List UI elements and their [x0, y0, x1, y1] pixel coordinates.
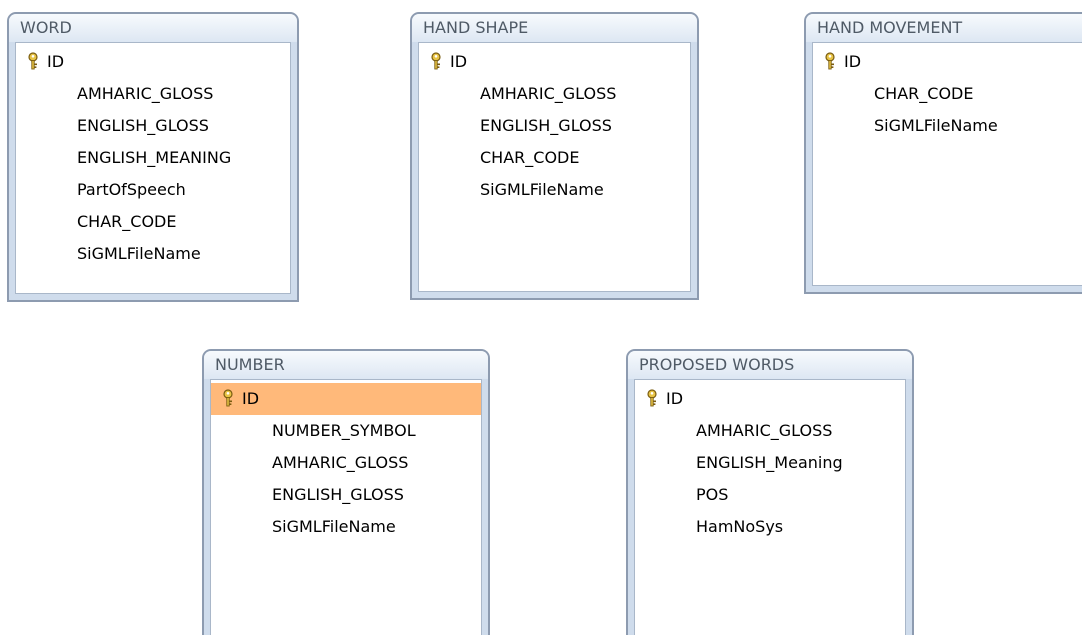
table-hand-movement[interactable]: HAND MOVEMENT ID CHAR_CODE SiGMLFileName: [804, 12, 1082, 294]
field-row[interactable]: AMHARIC_GLOSS: [635, 415, 905, 447]
field-list: ID NUMBER_SYMBOL AMHARIC_GLOSS ENGLISH_G…: [210, 379, 482, 635]
table-hand-shape[interactable]: HAND SHAPE ID AMHARIC_GLOSS ENGLISH_GLOS…: [410, 12, 699, 300]
table-proposed-words[interactable]: PROPOSED WORDS ID AMHARIC_GLOSS ENGLISH_…: [626, 349, 914, 635]
field-row[interactable]: ENGLISH_GLOSS: [419, 110, 690, 142]
field-name: ID: [450, 52, 468, 71]
field-row-id[interactable]: ID: [16, 46, 290, 78]
key-icon: [431, 52, 441, 70]
field-row[interactable]: ENGLISH_MEANING: [16, 142, 290, 174]
field-row[interactable]: CHAR_CODE: [419, 142, 690, 174]
field-row-id[interactable]: ID: [635, 383, 905, 415]
table-number[interactable]: NUMBER ID NUMBER_SYMBOL AMHARIC_GLOSS EN…: [202, 349, 490, 635]
field-row[interactable]: SiGMLFileName: [813, 110, 1082, 142]
field-row[interactable]: SiGMLFileName: [419, 174, 690, 206]
table-title[interactable]: PROPOSED WORDS: [628, 351, 912, 379]
table-word[interactable]: WORD ID AMHARIC_GLOSS ENGLISH_GLOSS ENGL…: [7, 12, 299, 302]
field-row[interactable]: PartOfSpeech: [16, 174, 290, 206]
field-name: ID: [844, 52, 862, 71]
field-list: ID CHAR_CODE SiGMLFileName: [812, 42, 1082, 286]
field-list: ID AMHARIC_GLOSS ENGLISH_GLOSS ENGLISH_M…: [15, 42, 291, 294]
field-list: ID AMHARIC_GLOSS ENGLISH_Meaning POS Ham…: [634, 379, 906, 635]
field-row[interactable]: AMHARIC_GLOSS: [419, 78, 690, 110]
table-title[interactable]: HAND SHAPE: [412, 14, 697, 42]
field-row[interactable]: ENGLISH_GLOSS: [211, 479, 481, 511]
field-row[interactable]: CHAR_CODE: [16, 206, 290, 238]
key-icon: [825, 52, 835, 70]
field-name: ID: [242, 389, 260, 408]
field-row[interactable]: AMHARIC_GLOSS: [211, 447, 481, 479]
field-row[interactable]: NUMBER_SYMBOL: [211, 415, 481, 447]
field-row[interactable]: HamNoSys: [635, 511, 905, 543]
field-row[interactable]: AMHARIC_GLOSS: [16, 78, 290, 110]
field-row[interactable]: SiGMLFileName: [16, 238, 290, 270]
table-title[interactable]: WORD: [9, 14, 297, 42]
key-icon: [647, 389, 657, 407]
table-title[interactable]: HAND MOVEMENT: [806, 14, 1082, 42]
field-row-id[interactable]: ID: [813, 46, 1082, 78]
field-row[interactable]: ENGLISH_Meaning: [635, 447, 905, 479]
field-row[interactable]: CHAR_CODE: [813, 78, 1082, 110]
field-row-id[interactable]: ID: [211, 383, 481, 415]
field-row[interactable]: POS: [635, 479, 905, 511]
field-name: ID: [47, 52, 65, 71]
field-row-id[interactable]: ID: [419, 46, 690, 78]
field-row[interactable]: SiGMLFileName: [211, 511, 481, 543]
field-row[interactable]: ENGLISH_GLOSS: [16, 110, 290, 142]
field-list: ID AMHARIC_GLOSS ENGLISH_GLOSS CHAR_CODE…: [418, 42, 691, 292]
field-name: ID: [666, 389, 684, 408]
key-icon: [223, 389, 233, 407]
key-icon: [28, 52, 38, 70]
table-title[interactable]: NUMBER: [204, 351, 488, 379]
